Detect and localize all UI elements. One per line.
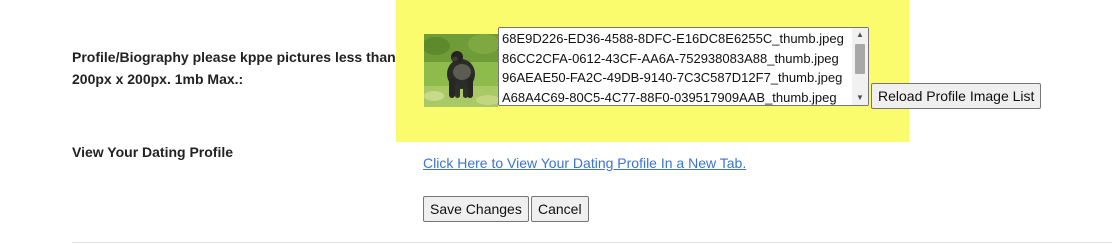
scrollbar-thumb[interactable] <box>855 44 865 74</box>
reload-profile-image-list-button[interactable]: Reload Profile Image List <box>871 83 1042 109</box>
save-changes-button[interactable]: Save Changes <box>423 196 529 222</box>
scroll-down-arrow-icon[interactable]: ▼ <box>852 91 868 105</box>
scroll-up-arrow-icon[interactable]: ▲ <box>852 28 868 42</box>
profile-image-option[interactable]: A68A4C69-80C5-4C77-88F0-039517909AAB_thu… <box>502 88 868 106</box>
profile-image-option[interactable]: 86CC2CFA-0612-43CF-AA6A-752938083A88_thu… <box>502 49 868 69</box>
profile-image-listbox[interactable]: 68E9D226-ED36-4588-8DFC-E16DC8E6255C_thu… <box>498 27 869 106</box>
section-divider <box>72 242 1112 243</box>
profile-image-label: Profile/Biography please kppe pictures l… <box>72 49 396 87</box>
view-dating-profile-link[interactable]: Click Here to View Your Dating Profile I… <box>423 153 746 173</box>
view-dating-profile-label: View Your Dating Profile <box>72 144 234 160</box>
profile-thumbnail-image <box>424 34 498 107</box>
listbox-scrollbar[interactable]: ▲ ▼ <box>852 28 868 105</box>
profile-image-option[interactable]: 68E9D226-ED36-4588-8DFC-E16DC8E6255C_thu… <box>502 29 868 49</box>
cancel-button[interactable]: Cancel <box>531 196 589 222</box>
profile-image-option[interactable]: 96AEAE50-FA2C-49DB-9140-7C3C587D12F7_thu… <box>502 68 868 88</box>
gorilla-photo-icon <box>424 34 498 107</box>
